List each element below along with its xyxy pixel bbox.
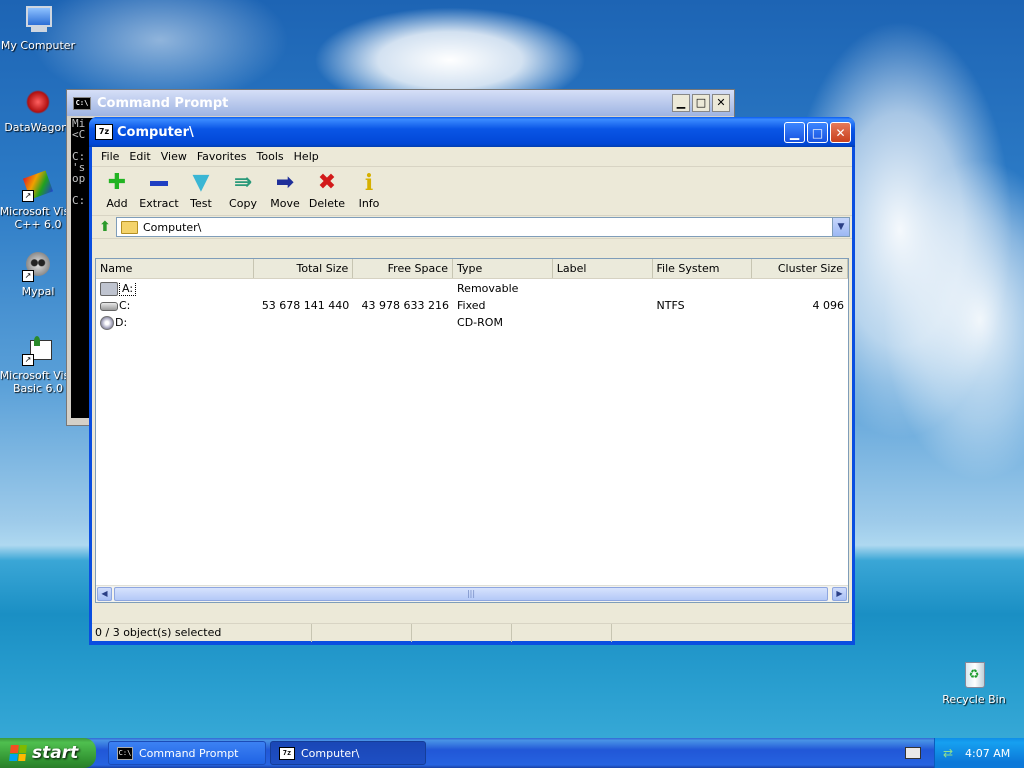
add-button[interactable]: ✚ Add [96,167,138,215]
delete-button[interactable]: ✖ Delete [306,167,348,215]
desktop-icon-recycle-bin[interactable]: ♻ Recycle Bin [934,658,1014,706]
file-manager-client: File Edit View Favorites Tools Help ✚ Ad… [92,147,852,642]
scroll-right-icon[interactable]: ▶ [832,587,847,601]
command-prompt-titlebar[interactable]: C:\ Command Prompt ▁ □ ✕ [67,90,734,116]
drive-name: C: [119,299,131,312]
arrow-right-icon: ➡ [275,170,295,195]
raccoon-icon: ↗ [22,250,54,282]
menu-view[interactable]: View [156,150,192,163]
visual-basic-icon: ↗ [22,334,54,366]
file-manager-titlebar[interactable]: 7z Computer\ ▁ □ ✕ [89,117,855,147]
console-icon: C:\ [117,746,133,760]
file-manager-window[interactable]: 7z Computer\ ▁ □ ✕ File Edit View Favori… [89,117,855,645]
drive-type: Removable [457,282,519,295]
recycle-bin-icon: ♻ [958,658,990,690]
file-list[interactable]: Name Total Size Free Space Type Label Fi… [95,258,849,603]
status-bar: 0 / 3 object(s) selected [92,623,852,642]
check-icon: ▼ [192,170,210,195]
taskbar: start C:\ Command Prompt 7z Computer\ ⇄ … [0,738,1024,768]
table-row[interactable]: A: Removable [96,280,848,297]
move-button[interactable]: ➡ Move [264,167,306,215]
desktop-icon-label: Recycle Bin [942,693,1006,706]
column-label[interactable]: Label [553,259,653,278]
cluster-size: 4 096 [812,299,844,312]
windows-flag-icon [9,745,27,761]
copy-button[interactable]: ⇛ Copy [222,167,264,215]
info-icon: i [364,170,374,196]
system-tray: ⇄ 4:07 AM [934,738,1024,768]
x-icon: ✖ [317,170,337,195]
sevenzip-icon: 7z [95,124,113,140]
hard-drive-icon [100,301,118,311]
horizontal-scrollbar[interactable]: ◀ ||| ▶ [96,585,848,602]
close-button[interactable]: ✕ [830,121,851,143]
drive-type: Fixed [457,299,486,312]
address-text: Computer\ [143,220,202,234]
menu-file[interactable]: File [96,150,124,163]
computer-icon [22,4,54,36]
menu-edit[interactable]: Edit [124,150,155,163]
up-arrow-icon: ⬆ [99,219,111,235]
desktop-icon-my-computer[interactable]: My Computer [0,4,78,52]
toolbar: ✚ Add Extract ▼ Test ⇛ Copy ➡ Move ✖ Del… [92,167,852,216]
column-total-size[interactable]: Total Size [254,259,354,278]
status-pane [512,624,612,642]
command-prompt-title: Command Prompt [97,95,229,111]
extract-button[interactable]: Extract [138,167,180,215]
close-button[interactable]: ✕ [712,94,730,112]
minimize-button[interactable]: ▁ [784,121,805,143]
table-row[interactable]: D: CD-ROM [96,314,848,331]
menu-help[interactable]: Help [289,150,324,163]
drive-type: CD-ROM [457,316,503,329]
menu-bar: File Edit View Favorites Tools Help [92,147,852,167]
floppy-drive-icon [100,281,118,296]
double-arrow-icon: ⇛ [233,170,253,195]
status-pane [312,624,412,642]
chevron-down-icon[interactable]: ▼ [832,218,849,236]
status-pane [412,624,512,642]
taskbar-button-command-prompt[interactable]: C:\ Command Prompt [108,741,266,765]
keyboard-icon[interactable] [905,747,921,759]
clock[interactable]: 4:07 AM [965,747,1010,760]
up-folder-button[interactable]: ⬆ [94,217,116,237]
column-name[interactable]: Name [96,259,254,278]
start-label: start [32,743,79,763]
drive-name: A: [119,281,137,296]
datawagon-icon [22,86,54,118]
list-header: Name Total Size Free Space Type Label Fi… [96,259,848,279]
file-system: NTFS [656,299,685,312]
file-manager-title: Computer\ [117,124,194,140]
test-button[interactable]: ▼ Test [180,167,222,215]
column-file-system[interactable]: File System [653,259,753,278]
column-cluster-size[interactable]: Cluster Size [752,259,848,278]
table-row[interactable]: C: 53 678 141 440 43 978 633 216 Fixed N… [96,297,848,314]
status-text: 0 / 3 object(s) selected [92,624,312,642]
start-button[interactable]: start [0,738,96,768]
drive-name: D: [115,315,128,329]
column-type[interactable]: Type [453,259,553,278]
minus-icon [147,171,171,195]
sevenzip-icon: 7z [279,746,295,760]
network-icon[interactable]: ⇄ [943,746,957,760]
column-free-space[interactable]: Free Space [353,259,454,278]
desktop-icon-label: My Computer [0,39,76,52]
cd-drive-icon [100,315,114,330]
menu-tools[interactable]: Tools [252,150,289,163]
minimize-button[interactable]: ▁ [672,94,690,112]
console-icon: C:\ [73,96,91,110]
visual-cpp-icon: ↗ [22,170,54,202]
folder-icon [121,220,138,234]
maximize-button[interactable]: □ [692,94,710,112]
taskbar-button-computer[interactable]: 7z Computer\ [270,741,426,765]
plus-icon: ✚ [107,170,127,195]
scroll-left-icon[interactable]: ◀ [97,587,112,601]
info-button[interactable]: i Info [348,167,390,215]
scrollbar-thumb[interactable]: ||| [114,587,828,601]
address-bar: ⬆ Computer\ ▼ [92,216,852,239]
maximize-button[interactable]: □ [807,121,828,143]
total-size: 53 678 141 440 [261,299,350,312]
address-combobox[interactable]: Computer\ ▼ [116,217,850,237]
free-space: 43 978 633 216 [361,299,450,312]
menu-favorites[interactable]: Favorites [192,150,252,163]
